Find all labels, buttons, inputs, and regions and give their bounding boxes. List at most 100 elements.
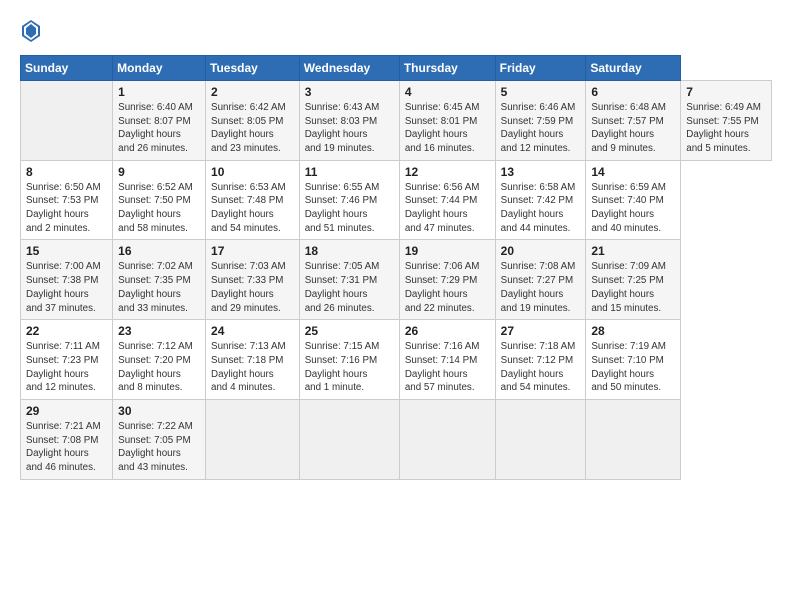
day-cell-23: 23 Sunrise: 7:12 AMSunset: 7:20 PMDayligh… (113, 320, 206, 400)
day-number: 28 (591, 324, 675, 338)
day-info: Sunrise: 6:45 AMSunset: 8:01 PMDaylight … (405, 102, 480, 154)
day-header-friday: Friday (495, 55, 586, 80)
day-info: Sunrise: 6:58 AMSunset: 7:42 PMDaylight … (501, 182, 576, 234)
calendar-week-2: 8 Sunrise: 6:50 AMSunset: 7:53 PMDaylight… (21, 160, 772, 240)
day-cell-6: 6 Sunrise: 6:48 AMSunset: 7:57 PMDaylight… (586, 80, 681, 160)
day-cell-8: 8 Sunrise: 6:50 AMSunset: 7:53 PMDaylight… (21, 160, 113, 240)
day-number: 11 (305, 165, 394, 179)
day-cell-15: 15 Sunrise: 7:00 AMSunset: 7:38 PMDayligh… (21, 240, 113, 320)
day-number: 5 (501, 85, 581, 99)
day-number: 19 (405, 244, 490, 258)
day-info: Sunrise: 7:16 AMSunset: 7:14 PMDaylight … (405, 341, 480, 393)
day-number: 4 (405, 85, 490, 99)
day-number: 30 (118, 404, 200, 418)
day-info: Sunrise: 7:15 AMSunset: 7:16 PMDaylight … (305, 341, 380, 393)
day-number: 23 (118, 324, 200, 338)
day-info: Sunrise: 7:22 AMSunset: 7:05 PMDaylight … (118, 421, 193, 473)
day-cell-3: 3 Sunrise: 6:43 AMSunset: 8:03 PMDaylight… (299, 80, 399, 160)
day-cell-30: 30 Sunrise: 7:22 AMSunset: 7:05 PMDayligh… (113, 400, 206, 480)
day-number: 13 (501, 165, 581, 179)
day-info: Sunrise: 6:59 AMSunset: 7:40 PMDaylight … (591, 182, 666, 234)
day-header-sunday: Sunday (21, 55, 113, 80)
header (20, 16, 772, 47)
day-info: Sunrise: 7:00 AMSunset: 7:38 PMDaylight … (26, 261, 101, 313)
logo (20, 20, 40, 47)
day-info: Sunrise: 7:03 AMSunset: 7:33 PMDaylight … (211, 261, 286, 313)
day-number: 12 (405, 165, 490, 179)
calendar-page: SundayMondayTuesdayWednesdayThursdayFrid… (0, 0, 792, 612)
calendar-week-5: 29Sunrise: 7:21 AMSunset: 7:08 PMDayligh… (21, 400, 772, 480)
day-cell-16: 16Sunrise: 7:02 AMSunset: 7:35 PMDayligh… (113, 240, 206, 320)
day-cell-7: 7Sunrise: 6:49 AMSunset: 7:55 PMDaylight… (681, 80, 772, 160)
day-info: Sunrise: 7:02 AMSunset: 7:35 PMDaylight … (118, 261, 193, 313)
day-info: Sunrise: 6:42 AMSunset: 8:05 PMDaylight … (211, 102, 286, 154)
day-info: Sunrise: 6:46 AMSunset: 7:59 PMDaylight … (501, 102, 576, 154)
day-cell-24: 24 Sunrise: 7:13 AMSunset: 7:18 PMDayligh… (206, 320, 300, 400)
day-info: Sunrise: 7:08 AMSunset: 7:27 PMDaylight … (501, 261, 576, 313)
day-info: Sunrise: 6:40 AMSunset: 8:07 PMDaylight … (118, 102, 193, 154)
day-number: 3 (305, 85, 394, 99)
day-header-wednesday: Wednesday (299, 55, 399, 80)
day-info: Sunrise: 7:12 AMSunset: 7:20 PMDaylight … (118, 341, 193, 393)
day-cell-17: 17 Sunrise: 7:03 AMSunset: 7:33 PMDayligh… (206, 240, 300, 320)
day-info: Sunrise: 7:18 AMSunset: 7:12 PMDaylight … (501, 341, 576, 393)
day-info: Sunrise: 6:52 AMSunset: 7:50 PMDaylight … (118, 182, 193, 234)
day-info: Sunrise: 7:21 AMSunset: 7:08 PMDaylight … (26, 421, 101, 473)
day-number: 27 (501, 324, 581, 338)
day-number: 15 (26, 244, 107, 258)
day-number: 6 (591, 85, 675, 99)
day-cell-9: 9 Sunrise: 6:52 AMSunset: 7:50 PMDaylight… (113, 160, 206, 240)
day-info: Sunrise: 7:13 AMSunset: 7:18 PMDaylight … (211, 341, 286, 393)
day-number: 24 (211, 324, 294, 338)
day-cell-28: 28Sunrise: 7:19 AMSunset: 7:10 PMDayligh… (586, 320, 681, 400)
day-header-monday: Monday (113, 55, 206, 80)
empty-cell (399, 400, 495, 480)
day-info: Sunrise: 6:53 AMSunset: 7:48 PMDaylight … (211, 182, 286, 234)
day-header-saturday: Saturday (586, 55, 681, 80)
empty-cell (495, 400, 586, 480)
day-cell-18: 18 Sunrise: 7:05 AMSunset: 7:31 PMDayligh… (299, 240, 399, 320)
empty-cell (21, 80, 113, 160)
day-number: 18 (305, 244, 394, 258)
day-cell-11: 11 Sunrise: 6:55 AMSunset: 7:46 PMDayligh… (299, 160, 399, 240)
day-number: 1 (118, 85, 200, 99)
day-number: 25 (305, 324, 394, 338)
day-cell-10: 10 Sunrise: 6:53 AMSunset: 7:48 PMDayligh… (206, 160, 300, 240)
day-info: Sunrise: 7:11 AMSunset: 7:23 PMDaylight … (26, 341, 100, 393)
day-number: 2 (211, 85, 294, 99)
day-info: Sunrise: 7:09 AMSunset: 7:25 PMDaylight … (591, 261, 666, 313)
day-cell-25: 25 Sunrise: 7:15 AMSunset: 7:16 PMDayligh… (299, 320, 399, 400)
day-number: 17 (211, 244, 294, 258)
day-number: 26 (405, 324, 490, 338)
day-number: 9 (118, 165, 200, 179)
day-number: 8 (26, 165, 107, 179)
empty-cell (206, 400, 300, 480)
day-number: 20 (501, 244, 581, 258)
day-info: Sunrise: 7:05 AMSunset: 7:31 PMDaylight … (305, 261, 380, 313)
day-info: Sunrise: 6:50 AMSunset: 7:53 PMDaylight … (26, 182, 101, 234)
day-header-tuesday: Tuesday (206, 55, 300, 80)
day-cell-5: 5 Sunrise: 6:46 AMSunset: 7:59 PMDaylight… (495, 80, 586, 160)
day-cell-4: 4 Sunrise: 6:45 AMSunset: 8:01 PMDaylight… (399, 80, 495, 160)
day-number: 22 (26, 324, 107, 338)
day-number: 7 (686, 85, 766, 99)
day-cell-20: 20 Sunrise: 7:08 AMSunset: 7:27 PMDayligh… (495, 240, 586, 320)
day-info: Sunrise: 6:43 AMSunset: 8:03 PMDaylight … (305, 102, 380, 154)
day-cell-13: 13 Sunrise: 6:58 AMSunset: 7:42 PMDayligh… (495, 160, 586, 240)
calendar-header-row: SundayMondayTuesdayWednesdayThursdayFrid… (21, 55, 772, 80)
day-info: Sunrise: 6:48 AMSunset: 7:57 PMDaylight … (591, 102, 666, 154)
day-number: 21 (591, 244, 675, 258)
calendar-week-3: 15 Sunrise: 7:00 AMSunset: 7:38 PMDayligh… (21, 240, 772, 320)
day-info: Sunrise: 7:06 AMSunset: 7:29 PMDaylight … (405, 261, 480, 313)
day-cell-26: 26 Sunrise: 7:16 AMSunset: 7:14 PMDayligh… (399, 320, 495, 400)
empty-cell (586, 400, 681, 480)
day-info: Sunrise: 6:56 AMSunset: 7:44 PMDaylight … (405, 182, 480, 234)
day-info: Sunrise: 6:55 AMSunset: 7:46 PMDaylight … (305, 182, 380, 234)
calendar-week-1: 1 Sunrise: 6:40 AMSunset: 8:07 PMDaylight… (21, 80, 772, 160)
day-number: 10 (211, 165, 294, 179)
day-cell-2: 2 Sunrise: 6:42 AMSunset: 8:05 PMDaylight… (206, 80, 300, 160)
empty-cell (299, 400, 399, 480)
day-header-thursday: Thursday (399, 55, 495, 80)
day-cell-1: 1 Sunrise: 6:40 AMSunset: 8:07 PMDaylight… (113, 80, 206, 160)
calendar-week-4: 22 Sunrise: 7:11 AMSunset: 7:23 PMDayligh… (21, 320, 772, 400)
